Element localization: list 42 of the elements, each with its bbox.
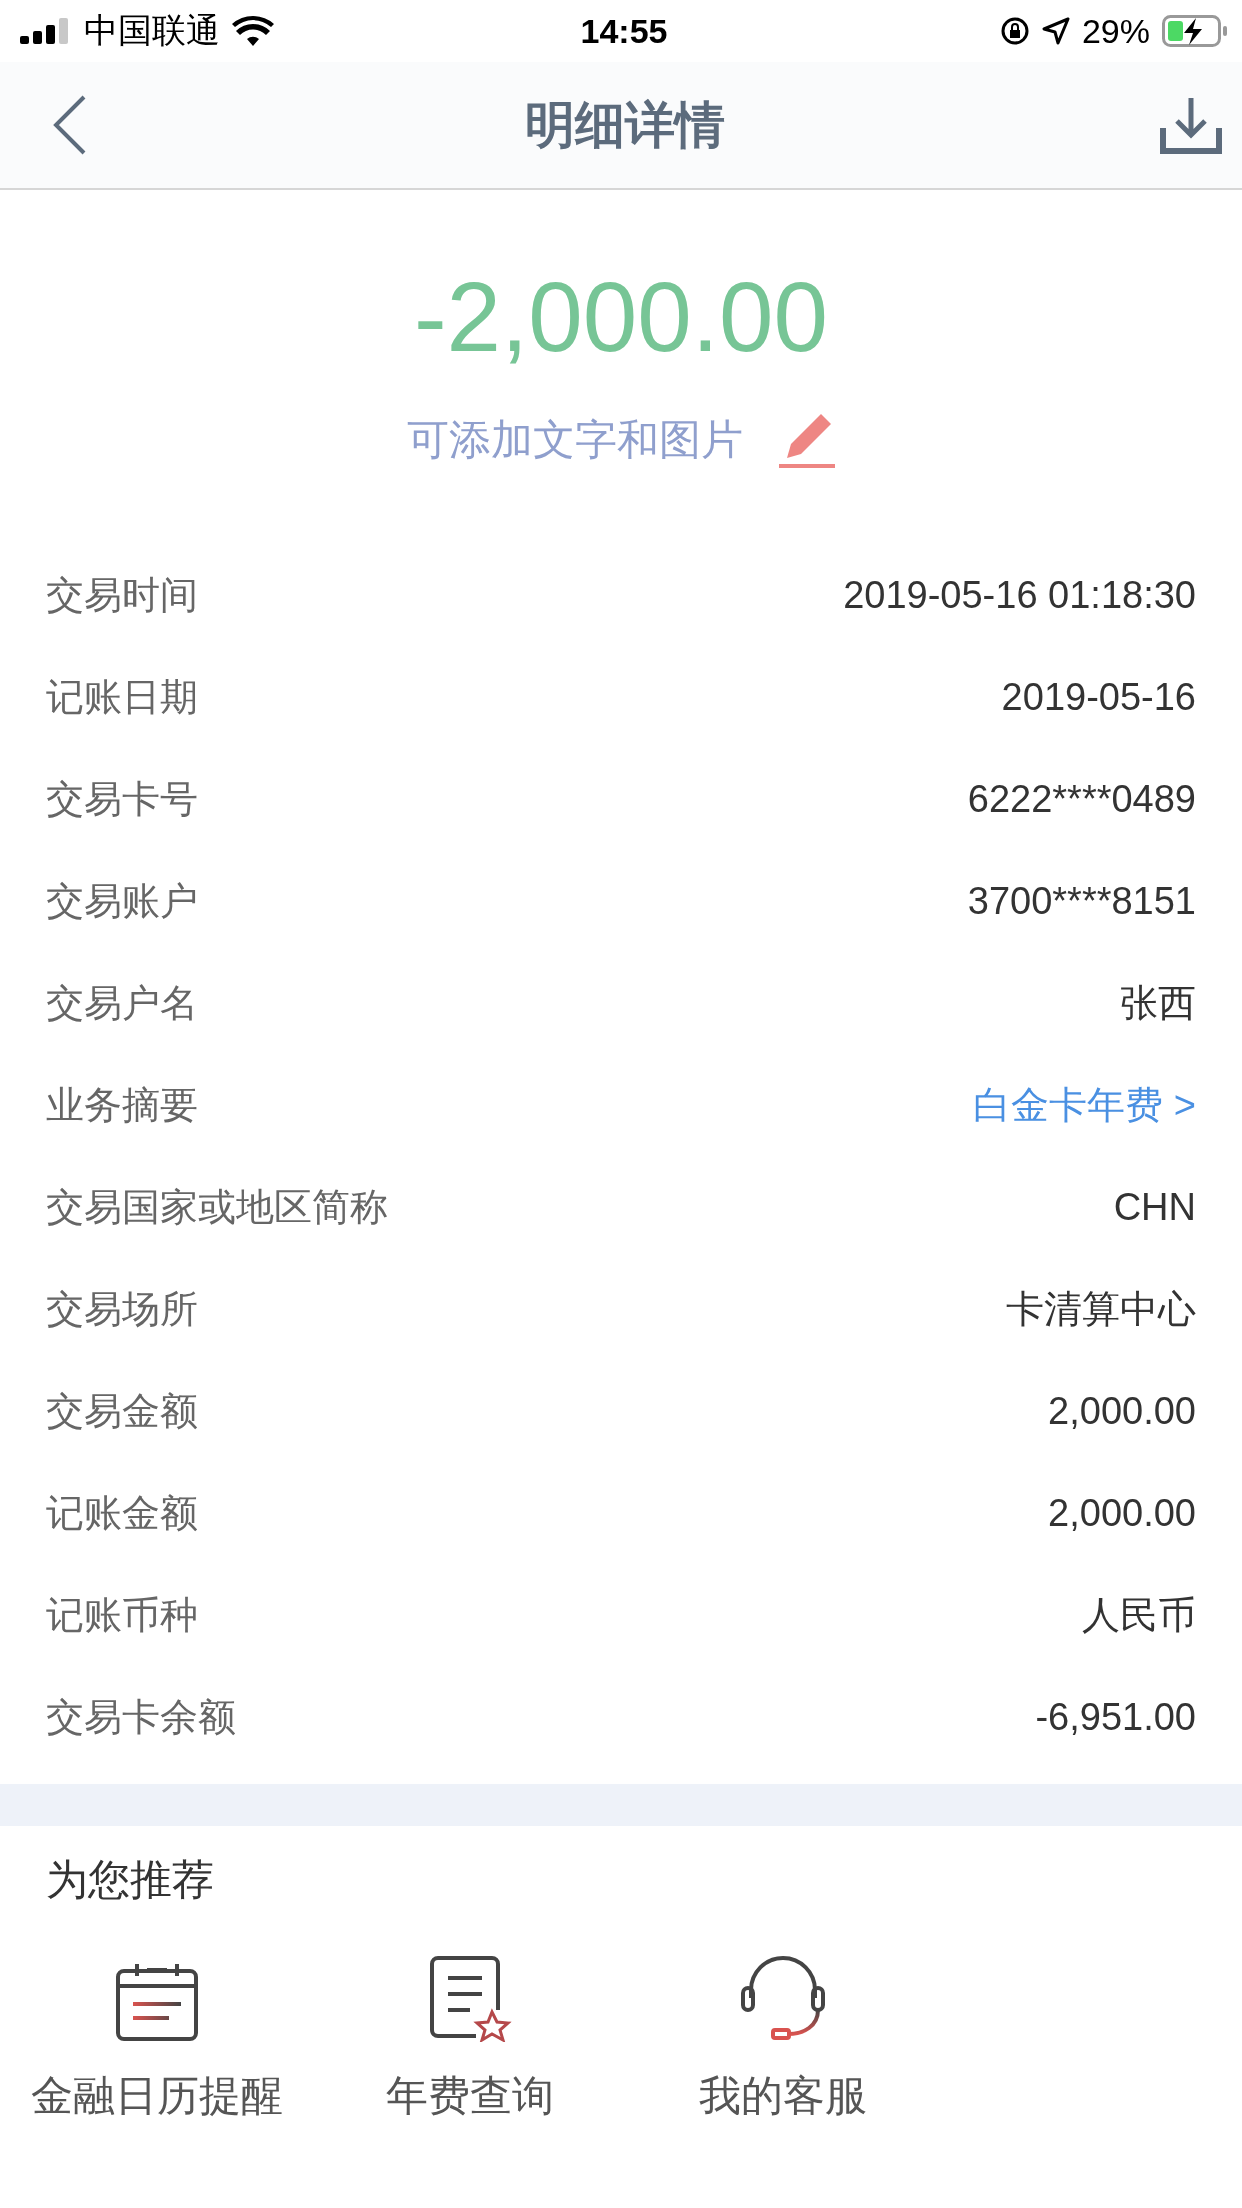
rotation-lock-icon xyxy=(999,16,1030,46)
shortcut-button[interactable]: 我的客服 xyxy=(626,1952,939,2124)
detail-value: 6222****0489 xyxy=(967,777,1196,821)
detail-label: 交易户名 xyxy=(46,980,198,1026)
detail-label: 交易账户 xyxy=(46,878,198,924)
detail-label: 记账日期 xyxy=(46,674,198,720)
download-button[interactable] xyxy=(1160,96,1222,154)
download-icon xyxy=(1160,96,1222,154)
detail-value: 2,000.00 xyxy=(1048,1389,1196,1433)
detail-label: 交易时间 xyxy=(46,572,198,618)
pencil-icon xyxy=(777,412,835,468)
document-star-icon xyxy=(427,1956,512,2042)
wifi-icon xyxy=(232,16,274,46)
detail-value: 张西 xyxy=(1120,980,1196,1026)
detail-label: 记账币种 xyxy=(46,1592,198,1638)
detail-value: 2019-05-16 xyxy=(1001,675,1196,719)
shortcut-button[interactable]: 金融日历提醒 xyxy=(0,1952,313,2124)
detail-value: 人民币 xyxy=(1082,1592,1196,1638)
detail-value: 3700****8151 xyxy=(967,879,1196,923)
battery-charging-icon xyxy=(1162,15,1228,47)
page-title: 明细详情 xyxy=(525,95,725,155)
detail-label: 交易金额 xyxy=(46,1388,198,1434)
location-arrow-icon xyxy=(1041,17,1070,45)
calendar-icon xyxy=(114,1962,199,2042)
detail-label: 交易卡号 xyxy=(46,776,198,822)
status-time: 14:55 xyxy=(580,11,668,51)
headset-icon xyxy=(738,1954,827,2042)
amount-value: -2,000.00 xyxy=(413,262,829,372)
detail-value: 2,000.00 xyxy=(1048,1491,1196,1535)
detail-value: 卡清算中心 xyxy=(1006,1286,1196,1332)
detail-value: CHN xyxy=(1113,1185,1196,1229)
detail-label: 交易国家或地区简称 xyxy=(46,1184,388,1230)
detail-label: 交易卡余额 xyxy=(46,1694,236,1740)
shortcut-button[interactable]: 年费查询 xyxy=(313,1952,626,2124)
detail-label: 交易场所 xyxy=(46,1286,198,1332)
carrier-name: 中国联通 xyxy=(84,10,220,51)
detail-value: -6,951.00 xyxy=(1035,1695,1196,1739)
detail-label: 业务摘要 xyxy=(46,1082,198,1128)
detail-label: 记账金额 xyxy=(46,1490,198,1536)
battery-percent: 29% xyxy=(1081,11,1150,51)
section-title: 为您推荐 xyxy=(45,1855,215,1905)
detail-value: 2019-05-16 01:18:30 xyxy=(843,573,1196,617)
